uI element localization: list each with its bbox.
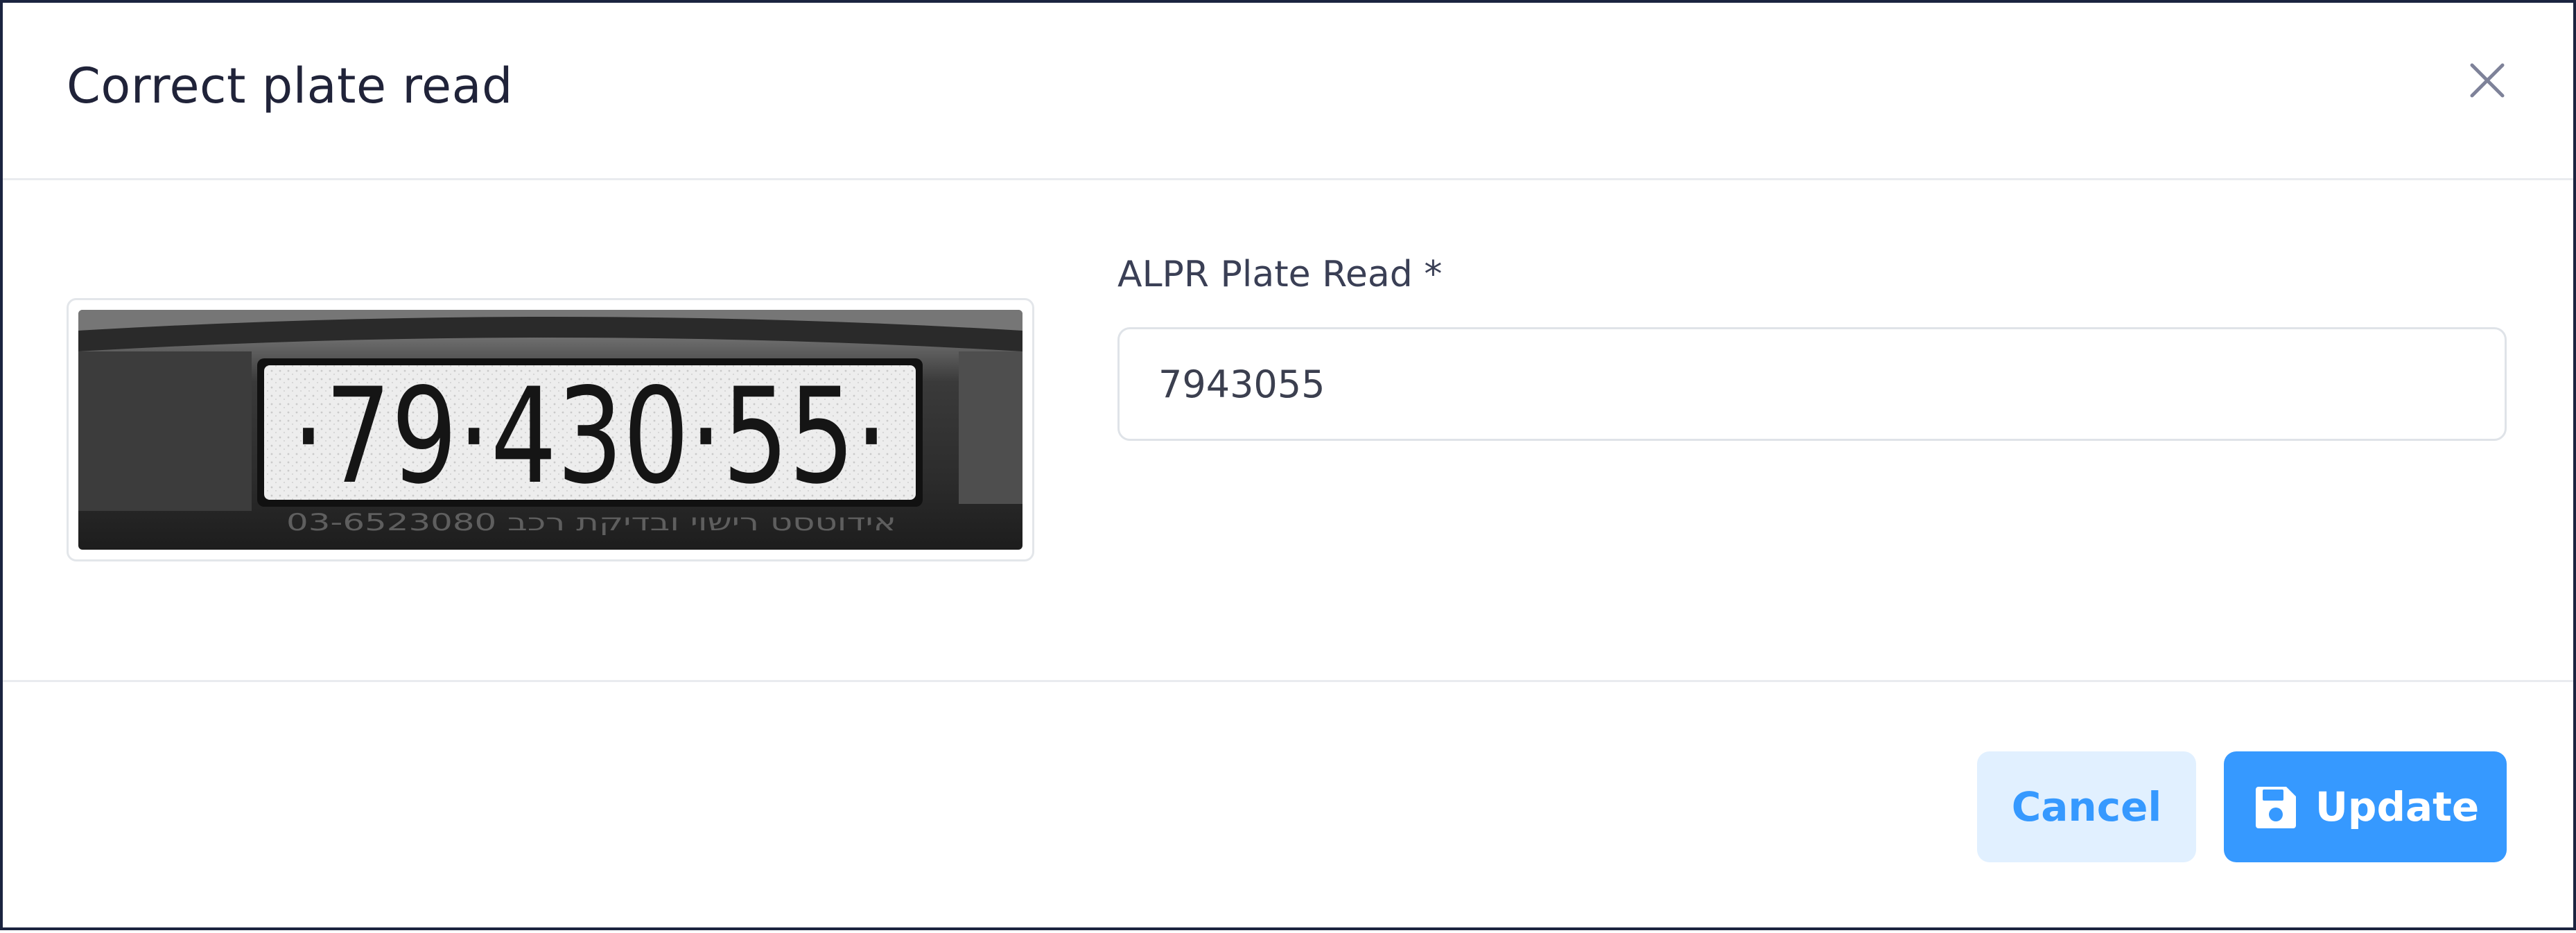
plate-dealer-text: 03-6523080 אידוטסט רישוי ובדיקת רכב (286, 509, 896, 537)
dialog-title: Correct plate read (67, 58, 513, 114)
plate-photo-drawing: ·79·430·55· 03-6523080 אידוטסט רישוי ובד… (78, 310, 1022, 537)
plate-read-label: ALPR Plate Read * (1117, 254, 1443, 295)
floppy-disk-icon (2255, 787, 2296, 828)
close-button[interactable] (2465, 58, 2509, 103)
dialog-body: ·79·430·55· 03-6523080 אידוטסט רישוי ובד… (3, 180, 2573, 682)
cancel-button-label: Cancel (2011, 783, 2162, 830)
cancel-button[interactable]: Cancel (1977, 751, 2196, 862)
plate-image-frame: ·79·430·55· 03-6523080 אידוטסט רישוי ובד… (67, 298, 1034, 561)
close-icon (2470, 63, 2505, 98)
update-button[interactable]: Update (2224, 751, 2507, 862)
dialog-footer: Cancel Update (3, 682, 2573, 933)
update-button-label: Update (2315, 783, 2480, 830)
plate-read-input[interactable] (1117, 327, 2507, 441)
correct-plate-read-dialog: Correct plate read ·79·430·55· 03-652308… (0, 0, 2576, 930)
dialog-header: Correct plate read (3, 3, 2573, 180)
plate-characters: ·79·430·55· (292, 360, 888, 513)
plate-image: ·79·430·55· 03-6523080 אידוטסט רישוי ובד… (78, 310, 1022, 550)
